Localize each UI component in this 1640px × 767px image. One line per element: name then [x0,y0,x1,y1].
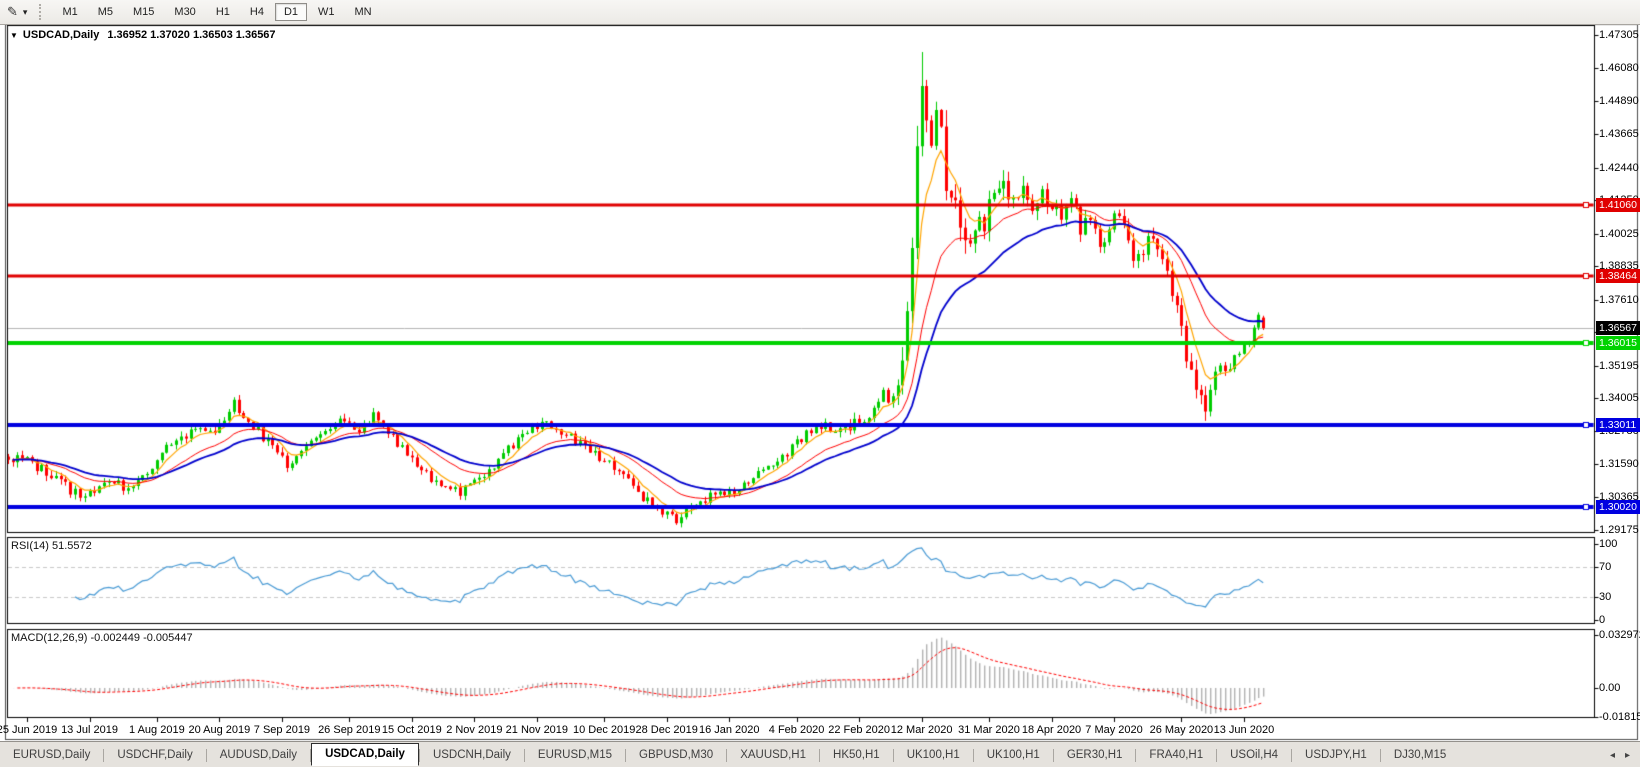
timeframe-button-D1[interactable]: D1 [275,3,307,21]
chart-symbol-label: USDCAD,Daily [23,29,99,41]
tab-scroll-arrows: ◂ ▸ [1610,750,1630,761]
timeframe-buttons: M1M5M15M30H1H4D1W1MN [52,3,381,21]
tab-UK100-H1[interactable]: UK100,H1 [974,745,1053,765]
price-axis-tick: 1.34005 [1599,392,1639,404]
timeframe-button-H1[interactable]: H1 [207,3,239,21]
timeframe-button-M5[interactable]: M5 [89,3,122,21]
price-axis-tick: 1.31590 [1599,458,1639,470]
tab-USDCAD-Daily[interactable]: USDCAD,Daily [311,743,419,766]
macd-axis-tick: 0.00 [1599,682,1639,694]
timeframe-button-MN[interactable]: MN [346,3,381,21]
mt4-window: ✎ ▾ M1M5M15M30H1H4D1W1MN 1.47305 1.46080 1… [0,0,1640,767]
price-axis-tick: 1.42440 [1599,162,1639,174]
macd-axis-tick: -0.018154 [1599,711,1639,723]
chart-overlays: 1.473051.460801.448901.436651.424401.412… [0,24,1640,741]
timeframe-button-H4[interactable]: H4 [241,3,273,21]
date-axis-label: 13 Jun 2020 [1199,724,1289,736]
tab-HK50-H1[interactable]: HK50,H1 [820,745,893,765]
timeframe-toolbar: ✎ ▾ M1M5M15M30H1H4D1W1MN [0,0,1640,25]
hline-price-label[interactable]: 1.38464 [1596,269,1640,283]
price-axis-tick: 1.37610 [1599,294,1639,306]
bid-price-label[interactable]: 1.36567 [1596,321,1640,335]
tab-USOil-H4[interactable]: USOil,H4 [1217,745,1291,765]
tab-USDCHF-Daily[interactable]: USDCHF,Daily [104,745,205,765]
tab-GER30-H1[interactable]: GER30,H1 [1054,745,1136,765]
chart-tabs: EURUSD,DailyUSDCHF,DailyAUDUSD,DailyUSDC… [0,744,1459,767]
macd-axis-tick: 0.032972 [1599,629,1639,641]
chart-header: ▼ USDCAD,Daily 1.36952 1.37020 1.36503 1… [10,29,276,41]
tab-FRA40-H1[interactable]: FRA40,H1 [1136,745,1216,765]
timeframe-button-M1[interactable]: M1 [53,3,86,21]
chevron-down-icon[interactable]: ▾ [23,7,28,18]
hline-price-label[interactable]: 1.41060 [1596,198,1640,212]
tab-scroll-left-icon[interactable]: ◂ [1610,750,1615,761]
price-axis-tick: 1.47305 [1599,29,1639,41]
price-axis-tick: 1.40025 [1599,228,1639,240]
timeframe-button-M30[interactable]: M30 [165,3,204,21]
draw-tool-button[interactable]: ✎ ▾ [3,3,31,21]
pencil-icon: ✎ [7,4,18,20]
timeframe-button-M15[interactable]: M15 [124,3,163,21]
hline-price-label[interactable]: 1.30020 [1596,500,1640,514]
tab-scroll-right-icon[interactable]: ▸ [1625,750,1630,761]
rsi-axis-tick: 0 [1599,614,1639,626]
price-axis-tick: 1.44890 [1599,95,1639,107]
rsi-axis-tick: 100 [1599,538,1639,550]
rsi-axis-tick: 30 [1599,591,1639,603]
tab-AUDUSD-Daily[interactable]: AUDUSD,Daily [207,745,310,765]
rsi-indicator-label: RSI(14) 51.5572 [11,540,92,552]
tab-XAUUSD-H1[interactable]: XAUUSD,H1 [727,745,819,765]
tab-DJ30-M15[interactable]: DJ30,M15 [1381,745,1459,765]
macd-indicator-label: MACD(12,26,9) -0.002449 -0.005447 [11,632,193,644]
chart-ohlc-values: 1.36952 1.37020 1.36503 1.36567 [107,29,275,41]
hline-price-label[interactable]: 1.33011 [1596,418,1640,432]
toolbar-grip[interactable] [39,4,46,20]
price-axis-tick: 1.43665 [1599,128,1639,140]
rsi-axis-tick: 70 [1599,561,1639,573]
tab-USDJPY-H1[interactable]: USDJPY,H1 [1292,745,1380,765]
tab-USDCNH-Daily[interactable]: USDCNH,Daily [420,745,524,765]
chart-area: 1.473051.460801.448901.436651.424401.412… [0,24,1640,741]
price-axis-tick: 1.46080 [1599,62,1639,74]
hline-price-label[interactable]: 1.36015 [1596,336,1640,350]
price-axis-tick: 1.29175 [1599,524,1639,536]
chart-tabs-bar: EURUSD,DailyUSDCHF,DailyAUDUSD,DailyUSDC… [0,741,1640,767]
timeframe-button-W1[interactable]: W1 [309,3,344,21]
tab-GBPUSD-M30[interactable]: GBPUSD,M30 [626,745,726,765]
price-axis-tick: 1.35195 [1599,360,1639,372]
collapse-triangle-icon[interactable]: ▼ [10,31,18,40]
tab-EURUSD-M15[interactable]: EURUSD,M15 [525,745,625,765]
tab-EURUSD-Daily[interactable]: EURUSD,Daily [0,745,103,765]
tab-UK100-H1[interactable]: UK100,H1 [894,745,973,765]
